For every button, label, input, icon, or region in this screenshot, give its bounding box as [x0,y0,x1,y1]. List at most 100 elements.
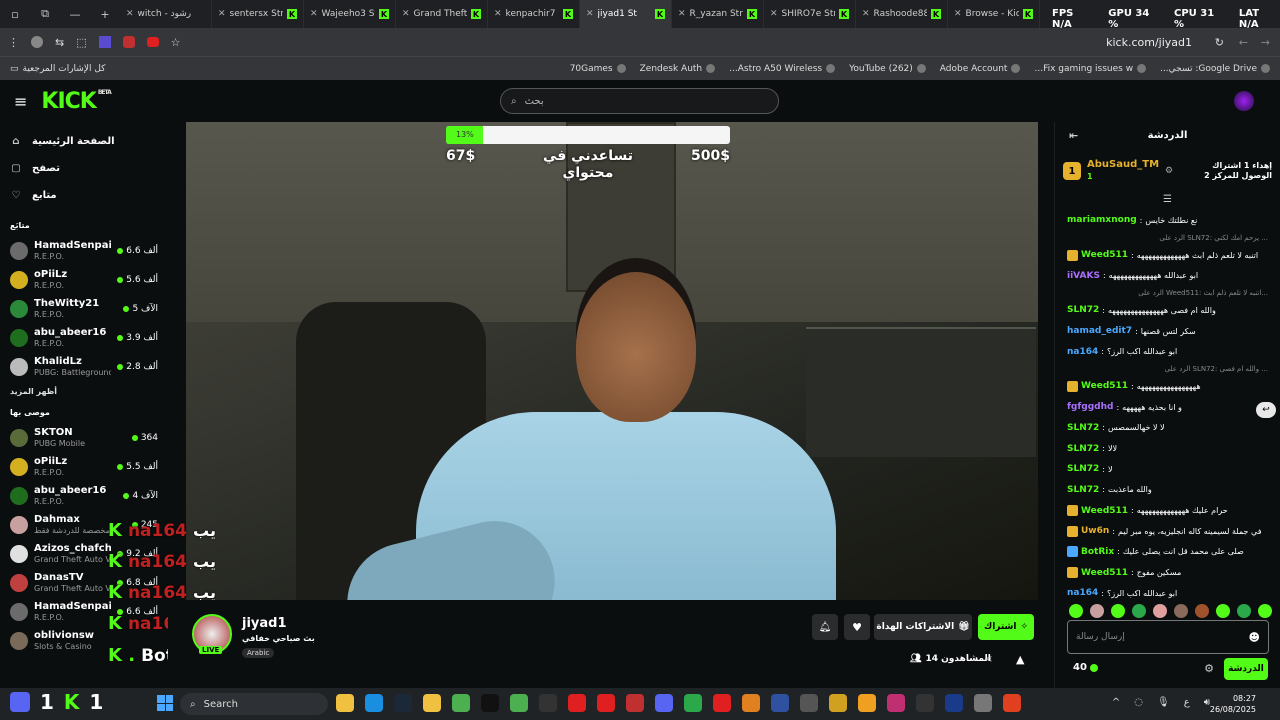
bookmark-item[interactable]: 70Games [570,64,626,74]
subscribe-button[interactable]: اشتراك ✧ [978,614,1034,640]
chat-message[interactable]: iiVAKS: ابو عبدالله هههههههههههههه [1067,265,1268,286]
follow-heart-button[interactable]: ♥ [844,614,870,640]
show-more-link[interactable]: أظهر المزيد [10,387,158,396]
close-tab-icon[interactable]: ✕ [218,9,226,19]
sidebar-channel[interactable]: oPiiLz R.E.P.O. 5.6 ألف [10,265,158,294]
chat-username[interactable]: SLN72 [1067,464,1099,474]
bookmarks-folder[interactable]: ▭ كل الإشارات المرجعية [10,64,105,74]
close-tab-icon[interactable]: ✕ [494,9,502,19]
clock[interactable]: 08:27 26/08/2025 [1210,693,1256,715]
chat-message[interactable]: SLN72: لالا [1067,438,1268,459]
chat-username[interactable]: SLN72 [1067,305,1099,315]
epic-icon[interactable] [539,694,557,712]
emote-icon[interactable] [1237,604,1251,618]
language-indicator[interactable]: ع [1184,697,1190,708]
chat-message[interactable]: Weed511: اتنبه لا تلعم ذلم ابث هههههههههه… [1067,245,1268,266]
vpn-icon[interactable] [945,694,963,712]
browser-tab[interactable]: ✕ Grand Theft K [396,0,488,28]
sidebar-nav-item[interactable]: ▢ تصفح [10,155,158,182]
brave-icon[interactable] [1003,694,1021,712]
minimize-icon[interactable]: ▫ [0,0,30,28]
window-minimize-icon[interactable]: — [60,0,90,28]
share-icon[interactable]: ⋖ [984,654,992,665]
scroll-to-bottom-icon[interactable]: ↩ [1256,402,1276,418]
close-tab-icon[interactable]: ✕ [126,9,134,19]
sidebar-channel[interactable]: HamadSenpai R.E.P.O. 6.6 ألف [10,236,158,265]
chat-username[interactable]: SLN72 [1067,423,1099,433]
pinned-gift-banner[interactable]: 1 AbuSaud_TM 1 ⚙ إهداء 1 اشتراك الوصول لل… [1063,154,1272,188]
chat-username[interactable]: Weed511 [1081,506,1128,516]
tiktok-icon[interactable] [481,694,499,712]
browser-tab[interactable]: ✕ SHIRO7e Str K [764,0,856,28]
app-icon[interactable] [626,694,644,712]
sidebar-channel[interactable]: SKTON PUBG Mobile 364 [10,423,158,452]
browser-tab[interactable]: ✕ R_yazan Stre K [672,0,764,28]
bookmark-item[interactable]: Zendesk Auth [640,64,716,74]
bookmark-item[interactable]: Adobe Account [940,64,1021,74]
chat-send-button[interactable]: الدردشة [1224,658,1268,680]
extension-1-icon[interactable] [98,36,111,48]
app-red-icon[interactable] [568,694,586,712]
chat-username[interactable]: mariamxnong [1067,215,1137,225]
chat-username[interactable]: Weed511 [1081,568,1128,578]
emoji-icon[interactable]: ☻ [1249,631,1260,644]
app-blue-icon[interactable] [771,694,789,712]
bookmark-item[interactable]: Google Drive: تسجي... [1160,64,1270,74]
chat-username[interactable]: Weed511 [1081,381,1128,391]
steam-icon[interactable] [394,694,412,712]
user-avatar[interactable] [1234,91,1254,111]
chrome-icon[interactable] [452,694,470,712]
youtube-icon[interactable] [597,694,615,712]
extensions-icon[interactable]: ⇆ [55,36,64,49]
emote-icon[interactable] [1153,604,1167,618]
emote-icon[interactable] [1258,604,1272,618]
chat-username[interactable]: fgfggdhd [1067,402,1113,412]
chat-message[interactable]: fgfggdhd: و انا بحذيه هههههه [1067,397,1268,418]
hamburger-menu-icon[interactable]: ≡ [14,92,27,111]
stream-tag[interactable]: Arabic [242,648,275,658]
app-pink-icon[interactable] [887,694,905,712]
chat-username[interactable]: BotRix [1081,547,1114,557]
reload-icon[interactable]: ↻ [1215,36,1224,49]
browser-tab[interactable]: ✕ kenpachir7 K [488,0,580,28]
settings-icon[interactable]: ⚙ [1165,166,1173,176]
browser-tab[interactable]: ✕ Rashoode88 K [856,0,948,28]
app-green-icon[interactable] [684,694,702,712]
bookmark-item[interactable]: (262) YouTube [849,64,926,74]
sidebar-channel[interactable]: abu_abeer16 R.E.P.O. 3.9 ألف [10,323,158,352]
bookmark-item[interactable]: Astro A50 Wireless... [729,64,836,74]
taskbar-search[interactable]: ⌕ Search [180,693,328,715]
new-tab-button[interactable]: + [90,0,120,28]
chat-username[interactable]: Weed511 [1081,250,1128,260]
close-tab-icon[interactable]: ✕ [862,9,870,19]
chat-message[interactable]: Weed511: حرام عليك هههههههههههههه [1067,500,1268,521]
report-icon[interactable]: ▲ [1016,653,1024,666]
emote-icon[interactable] [1174,604,1188,618]
close-tab-icon[interactable]: ✕ [954,9,962,19]
settings-icon[interactable] [974,694,992,712]
emote-icon[interactable] [1216,604,1230,618]
screenshot-icon[interactable]: ⬚ [76,36,86,49]
back-icon[interactable]: ← [1239,36,1248,49]
chat-message[interactable]: Uw6n: في جملة لسيمينه كاله انجليزيه، يوه … [1067,521,1268,542]
chat-message[interactable]: SLN72: لا لا خهالسمصس [1067,418,1268,439]
menu-dots-icon[interactable]: ⋮ [8,36,19,49]
sidebar-channel[interactable]: KhalidLz PUBG: Battlegrounds 2.8 ألف [10,352,158,381]
mic-icon[interactable]: 🎙︎ [1157,697,1170,708]
chat-message[interactable]: BotRix: صلى على محمد قل انت يصلى عليك [1067,542,1268,563]
sidebar-nav-item[interactable]: ⌂ الصفحة الرئيسية [10,128,158,155]
chat-message[interactable]: SLN72: والله ام فصى هههههههههههههههه [1067,300,1268,321]
chat-username[interactable]: hamad_edit7 [1067,326,1132,336]
restore-icon[interactable]: ⧉ [30,0,60,28]
chat-message[interactable]: hamad_edit7: سكر لتس قصنها [1067,321,1268,342]
close-tab-icon[interactable]: ✕ [678,9,686,19]
terminal-icon[interactable] [916,694,934,712]
chat-username[interactable]: na164 [1067,347,1098,357]
emote-icon[interactable] [1090,604,1104,618]
file-explorer-icon[interactable] [336,694,354,712]
close-tab-icon[interactable]: ✕ [770,9,778,19]
streamer-name[interactable]: jiyad1 [242,616,287,631]
youtube-ext-icon[interactable] [146,37,159,47]
edge-icon[interactable] [365,694,383,712]
app-flame-icon[interactable] [858,694,876,712]
